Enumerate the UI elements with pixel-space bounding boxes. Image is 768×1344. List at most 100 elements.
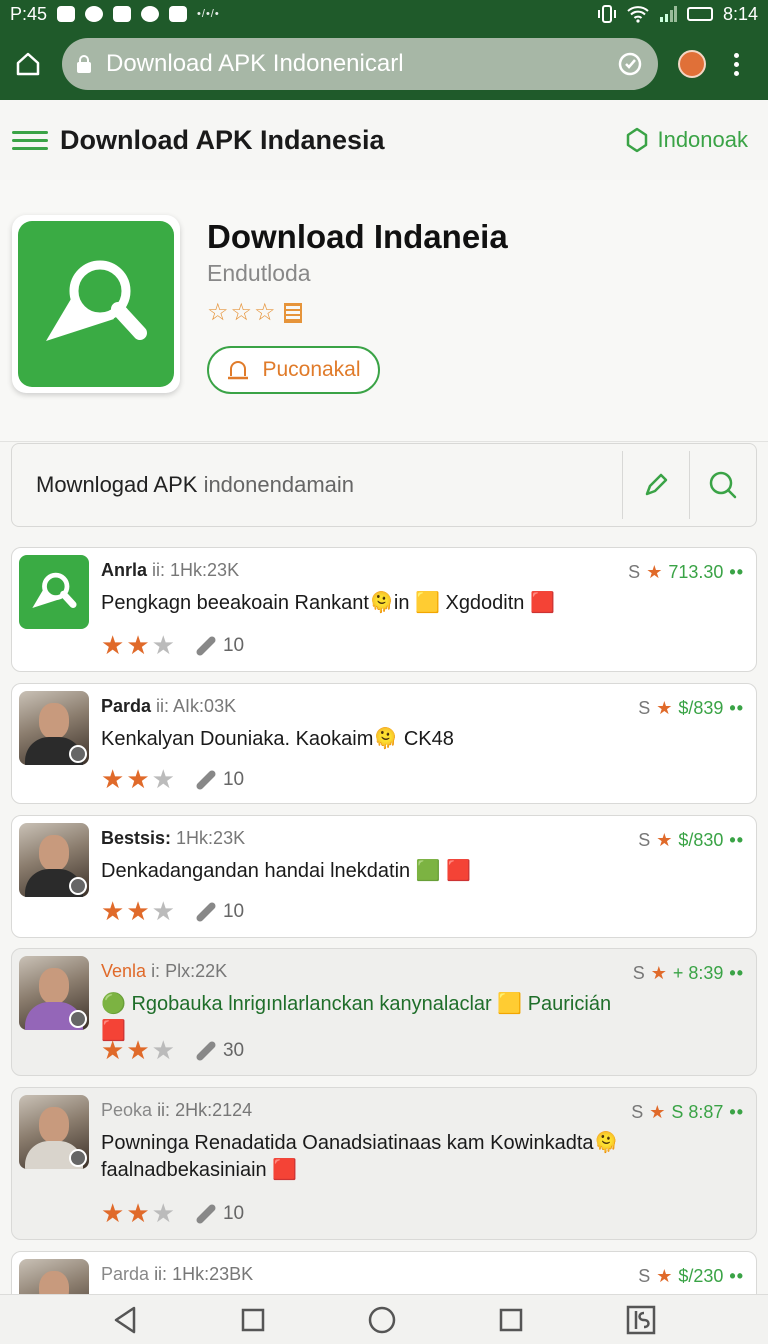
calendar-icon	[283, 302, 302, 323]
wifi-icon	[627, 6, 649, 23]
verified-badge-icon	[69, 745, 87, 763]
storage-icon	[169, 6, 188, 22]
item-avatar	[19, 1095, 89, 1169]
record-icon	[141, 6, 160, 22]
item-rating: ★ ★ ★ 10	[101, 1198, 245, 1228]
item-price: S ★ $/830 ••	[638, 830, 744, 851]
item-name: Bestsis:	[101, 828, 172, 848]
install-button[interactable]: Puconakal	[207, 346, 380, 394]
item-rating: ★ ★ ★ 10	[101, 630, 245, 660]
item-description: Powninga Renadatida Oanadsiatinaas kam K…	[101, 1132, 619, 1181]
chat-icon	[113, 6, 132, 22]
search-button[interactable]	[689, 451, 756, 519]
home-button[interactable]	[12, 48, 44, 80]
item-rating: ★ ★ ★ 10	[101, 764, 245, 794]
item-name: Anrla	[101, 560, 148, 580]
list-item[interactable]: Venla i: Plx:22K S ★ + 8:39 •• 🟢 Rgobauka l…	[11, 948, 757, 1076]
item-meta: 1Hk:23K	[176, 828, 246, 848]
star-icon: ★	[656, 830, 673, 850]
star-icon: ★	[656, 1266, 673, 1286]
notification-icon	[57, 6, 76, 22]
address-bar[interactable]: Download APK Indonenicarl	[62, 38, 658, 90]
reload-icon[interactable]	[616, 50, 644, 78]
verified-badge-icon	[69, 1010, 87, 1028]
star-outline-icon: ☆	[254, 299, 276, 326]
item-header: Parda ii: 1Hk:23BK	[101, 1264, 253, 1285]
item-avatar	[19, 956, 89, 1030]
star-outline-icon: ☆	[207, 299, 229, 326]
edit-button[interactable]	[622, 451, 689, 519]
profile-avatar[interactable]	[678, 50, 706, 78]
item-header: Anrla ii: 1Hk:23K	[101, 560, 239, 581]
item-avatar	[19, 691, 89, 765]
item-meta: i: Plx:22K	[151, 961, 228, 981]
more-icon[interactable]: ••	[729, 963, 744, 984]
pill-icon	[196, 902, 216, 921]
item-price: S ★ S 8:87 ••	[631, 1102, 744, 1123]
square-icon[interactable]	[241, 1308, 265, 1332]
browser-menu-button[interactable]	[732, 52, 740, 76]
install-button-label: Puconakal	[262, 358, 361, 381]
screenshot-icon[interactable]	[626, 1305, 656, 1335]
item-rating: ★ ★ ★ 30	[101, 1035, 245, 1065]
browser-toolbar: Download APK Indonenicarl	[0, 28, 768, 100]
more-notifications-icon: •/•/•	[197, 8, 220, 20]
search-input[interactable]: Mownlogad APK indonendamain	[12, 472, 622, 498]
site-header: Download APK Indanesia Indonoak	[0, 100, 768, 180]
home-icon	[16, 52, 40, 76]
item-rating: ★ ★ ★ 10	[101, 896, 245, 926]
battery-icon	[686, 7, 713, 21]
app-developer: Endutloda	[207, 260, 311, 286]
location-icon	[627, 127, 648, 153]
item-count: 10	[195, 635, 244, 657]
app-title: Download Indaneia	[207, 218, 508, 255]
system-nav-bar	[0, 1294, 768, 1344]
lock-icon	[77, 55, 91, 73]
region-selector[interactable]: Indonoak	[625, 127, 756, 153]
item-price: S ★ $/839 ••	[638, 698, 744, 719]
search-bar: Mownlogad APK indonendamain	[11, 443, 757, 527]
region-label: Indonoak	[657, 127, 748, 152]
item-header: Venla i: Plx:22K	[101, 961, 227, 982]
more-icon[interactable]: ••	[729, 1266, 744, 1287]
item-count: 10	[195, 769, 244, 791]
item-header: Parda ii: AIk:03K	[101, 696, 236, 717]
pencil-icon	[645, 473, 668, 496]
item-header: Peoka ii: 2Hk:2124	[101, 1100, 252, 1121]
app-notification-icon	[85, 6, 104, 22]
pill-icon	[196, 1204, 216, 1223]
url-text: Download APK Indonenicarl	[106, 50, 404, 77]
app-logo-icon	[32, 572, 77, 609]
item-name: Parda	[101, 696, 152, 716]
item-meta: ii: 1Hk:23K	[152, 560, 240, 580]
more-icon[interactable]: ••	[729, 830, 744, 851]
verified-badge-icon	[69, 1149, 87, 1167]
back-icon[interactable]	[112, 1305, 138, 1335]
list-item[interactable]: Peoka ii: 2Hk:2124 S ★ S 8:87 •• Powninga R…	[11, 1087, 757, 1240]
search-placeholder: indonendamain	[203, 472, 355, 497]
more-icon[interactable]: ••	[729, 1102, 744, 1123]
item-description: Pengkagn beeakoain Rankant🫠in 🟨 Xgdoditn…	[101, 592, 555, 614]
vibrate-icon	[597, 5, 616, 23]
pill-icon	[196, 1041, 216, 1060]
search-icon	[709, 471, 737, 499]
star-icon: ★	[646, 562, 663, 582]
item-avatar	[19, 823, 89, 897]
item-price: S ★ + 8:39 ••	[632, 963, 744, 984]
status-time-left: P:45	[10, 3, 48, 24]
status-time-right: 8:14	[722, 3, 758, 24]
recents-icon[interactable]	[499, 1308, 523, 1332]
list-item[interactable]: Parda ii: AIk:03K S ★ $/839 •• Kenkalyan Do…	[11, 683, 757, 804]
more-icon[interactable]: ••	[729, 698, 744, 719]
item-name: Parda	[101, 1264, 150, 1284]
star-icon: ★	[656, 698, 673, 718]
item-count: 10	[195, 1203, 244, 1225]
item-meta: ii: AIk:03K	[156, 696, 237, 716]
home-circle-icon[interactable]	[368, 1306, 396, 1334]
verified-badge-icon	[69, 877, 87, 895]
more-icon[interactable]: ••	[729, 562, 744, 583]
list-item[interactable]: Bestsis: 1Hk:23K S ★ $/830 •• Denkadanganda…	[11, 815, 757, 938]
menu-icon[interactable]	[12, 130, 48, 150]
list-item[interactable]: Anrla ii: 1Hk:23K S ★ 713.30 •• Pengkagn be…	[11, 547, 757, 672]
app-rating: ☆ ☆ ☆	[207, 298, 302, 327]
